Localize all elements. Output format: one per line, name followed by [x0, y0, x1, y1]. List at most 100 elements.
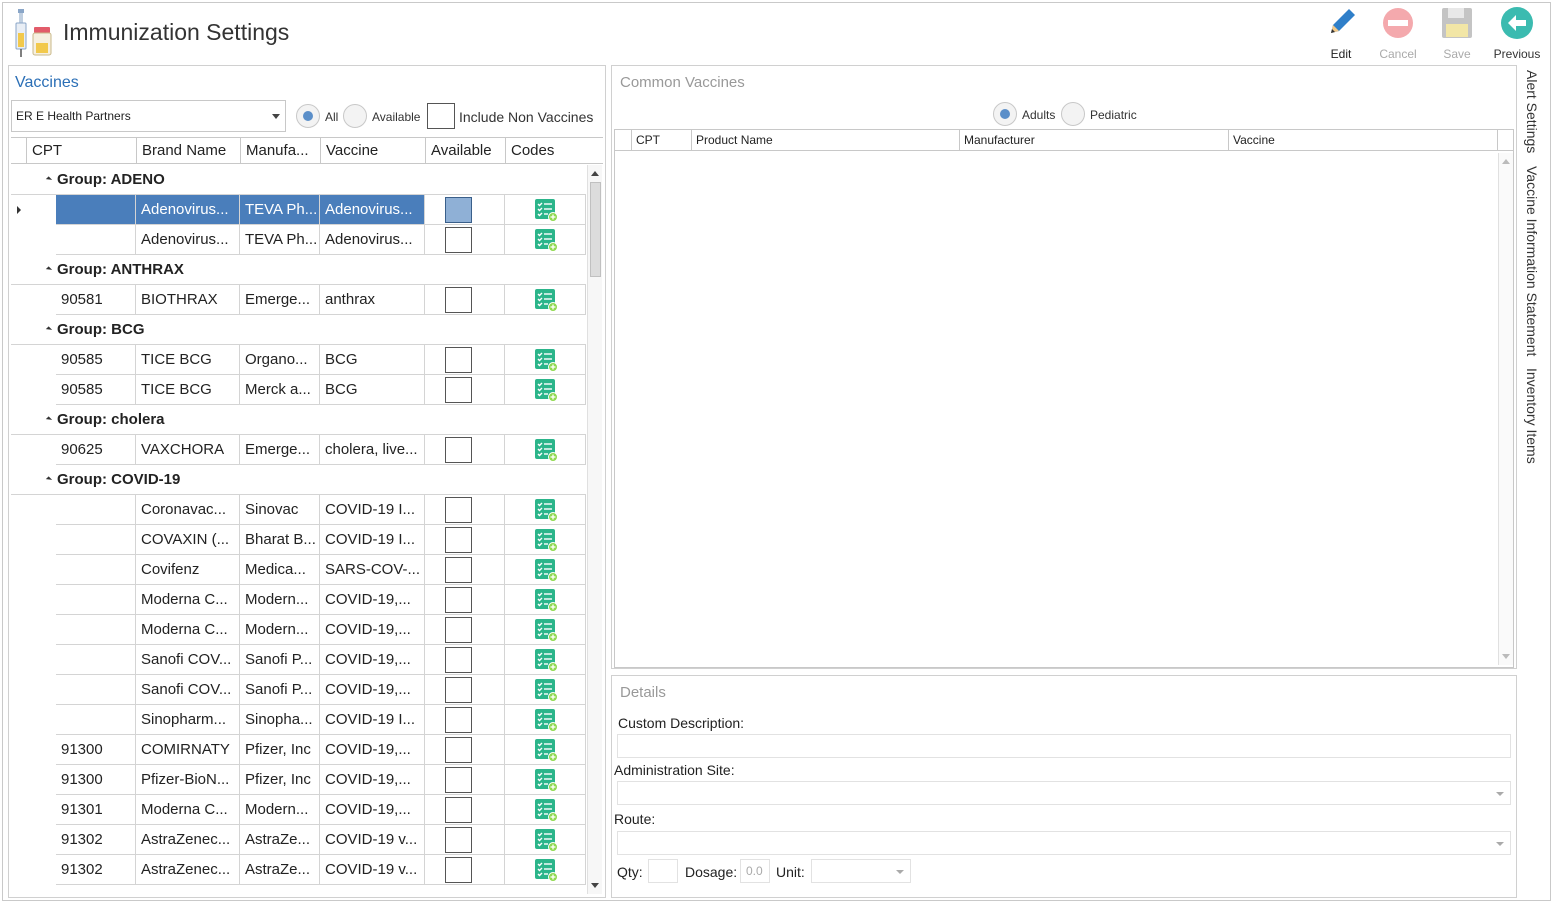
codes-button[interactable] [534, 228, 558, 256]
save-button[interactable]: Save [1429, 5, 1485, 61]
available-checkbox[interactable] [445, 347, 472, 373]
codes-button[interactable] [534, 588, 558, 616]
codes-checklist-icon[interactable] [534, 708, 558, 732]
column-vaccine[interactable]: Vaccine [320, 138, 425, 164]
column-manufacturer[interactable]: Manufa... [240, 138, 320, 164]
filter-all-radio[interactable] [296, 104, 320, 128]
cv-column-manufacturer[interactable]: Manufacturer [959, 130, 1228, 150]
column-codes[interactable]: Codes [505, 138, 586, 164]
available-checkbox[interactable] [445, 767, 472, 793]
codes-button[interactable] [534, 648, 558, 676]
table-row[interactable]: Covifenz Medica... SARS-COV-... [11, 555, 586, 585]
table-row[interactable]: 90581 BIOTHRAX Emerge... anthrax [11, 285, 586, 315]
scroll-down-icon[interactable] [591, 883, 599, 888]
filter-available-radio[interactable] [343, 104, 367, 128]
codes-checklist-icon[interactable] [534, 678, 558, 702]
codes-button[interactable] [534, 348, 558, 376]
adults-radio[interactable] [993, 102, 1017, 126]
available-checkbox[interactable] [445, 797, 472, 823]
codes-checklist-icon[interactable] [534, 528, 558, 552]
collapse-triangle-icon[interactable] [45, 416, 53, 423]
vaccines-grid-scrollbar[interactable] [587, 165, 602, 894]
table-row[interactable]: 90585 TICE BCG Merck a... BCG [11, 375, 586, 405]
previous-button[interactable]: Previous [1489, 5, 1545, 61]
include-non-vaccines-checkbox[interactable] [427, 103, 455, 129]
route-select[interactable] [617, 831, 1511, 855]
edit-button[interactable]: Edit [1313, 5, 1369, 61]
cancel-button[interactable]: Cancel [1370, 5, 1426, 61]
codes-checklist-icon[interactable] [534, 798, 558, 822]
table-row[interactable]: Sanofi COV... Sanofi P... COVID-19,... [11, 645, 586, 675]
cv-column-cpt[interactable]: CPT [631, 130, 691, 150]
available-checkbox[interactable] [445, 587, 472, 613]
table-row[interactable]: 90625 VAXCHORA Emerge... cholera, live... [11, 435, 586, 465]
collapse-triangle-icon[interactable] [45, 176, 53, 183]
codes-button[interactable] [534, 498, 558, 526]
table-row[interactable]: Sinopharm... Sinopha... COVID-19 I... [11, 705, 586, 735]
codes-checklist-icon[interactable] [534, 768, 558, 792]
available-checkbox[interactable] [445, 497, 472, 523]
available-checkbox[interactable] [445, 557, 472, 583]
tab-alert-settings[interactable]: Alert Settings [1524, 70, 1540, 153]
available-checkbox[interactable] [445, 197, 472, 223]
codes-button[interactable] [534, 828, 558, 856]
table-row[interactable]: Moderna C... Modern... COVID-19,... [11, 585, 586, 615]
column-available[interactable]: Available [425, 138, 505, 164]
table-row[interactable]: 91300 Pfizer-BioN... Pfizer, Inc COVID-19,.… [11, 765, 586, 795]
pediatric-radio[interactable] [1061, 102, 1085, 126]
table-row[interactable]: Moderna C... Modern... COVID-19,... [11, 615, 586, 645]
codes-button[interactable] [534, 738, 558, 766]
group-row[interactable]: Group: ANTHRAX [11, 255, 586, 285]
cv-column-product-name[interactable]: Product Name [691, 130, 959, 150]
unit-select[interactable] [811, 859, 911, 883]
codes-checklist-icon[interactable] [534, 498, 558, 522]
table-row[interactable]: Adenovirus... TEVA Ph... Adenovirus... [11, 195, 586, 225]
available-checkbox[interactable] [445, 647, 472, 673]
codes-checklist-icon[interactable] [534, 438, 558, 462]
codes-checklist-icon[interactable] [534, 588, 558, 612]
tab-inventory-items[interactable]: Inventory Items [1524, 368, 1540, 464]
table-row[interactable]: 90585 TICE BCG Organo... BCG [11, 345, 586, 375]
available-checkbox[interactable] [445, 737, 472, 763]
scroll-down-icon[interactable] [1502, 654, 1510, 659]
available-checkbox[interactable] [445, 827, 472, 853]
codes-button[interactable] [534, 708, 558, 736]
common-vaccines-scrollbar[interactable] [1498, 153, 1513, 665]
codes-button[interactable] [534, 438, 558, 466]
group-row[interactable]: Group: cholera [11, 405, 586, 435]
codes-button[interactable] [534, 198, 558, 226]
table-row[interactable]: COVAXIN (... Bharat B... COVID-19 I... [11, 525, 586, 555]
codes-button[interactable] [534, 378, 558, 406]
group-row[interactable]: Group: BCG [11, 315, 586, 345]
scroll-up-icon[interactable] [591, 171, 599, 176]
available-checkbox[interactable] [445, 677, 472, 703]
table-row[interactable]: Adenovirus... TEVA Ph... Adenovirus... [11, 225, 586, 255]
codes-checklist-icon[interactable] [534, 618, 558, 642]
table-row[interactable]: 91301 Moderna C... Modern... COVID-19,... [11, 795, 586, 825]
column-cpt[interactable]: CPT [26, 138, 136, 164]
qty-input[interactable] [648, 859, 678, 883]
codes-checklist-icon[interactable] [534, 378, 558, 402]
codes-checklist-icon[interactable] [534, 738, 558, 762]
group-row[interactable]: Group: ADENO [11, 165, 586, 195]
collapse-triangle-icon[interactable] [45, 326, 53, 333]
administration-site-select[interactable] [617, 781, 1511, 805]
collapse-triangle-icon[interactable] [45, 476, 53, 483]
codes-checklist-icon[interactable] [534, 828, 558, 852]
table-row[interactable]: Coronavac... Sinovac COVID-19 I... [11, 495, 586, 525]
available-checkbox[interactable] [445, 437, 472, 463]
collapse-triangle-icon[interactable] [45, 266, 53, 273]
codes-button[interactable] [534, 858, 558, 886]
dosage-input[interactable]: 0.0 [740, 859, 770, 883]
available-checkbox[interactable] [445, 287, 472, 313]
codes-checklist-icon[interactable] [534, 648, 558, 672]
cv-column-vaccine[interactable]: Vaccine [1228, 130, 1498, 150]
codes-checklist-icon[interactable] [534, 558, 558, 582]
table-row[interactable]: 91300 COMIRNATY Pfizer, Inc COVID-19,... [11, 735, 586, 765]
codes-button[interactable] [534, 798, 558, 826]
codes-button[interactable] [534, 528, 558, 556]
table-row[interactable]: Sanofi COV... Sanofi P... COVID-19,... [11, 675, 586, 705]
available-checkbox[interactable] [445, 227, 472, 253]
codes-button[interactable] [534, 288, 558, 316]
available-checkbox[interactable] [445, 617, 472, 643]
